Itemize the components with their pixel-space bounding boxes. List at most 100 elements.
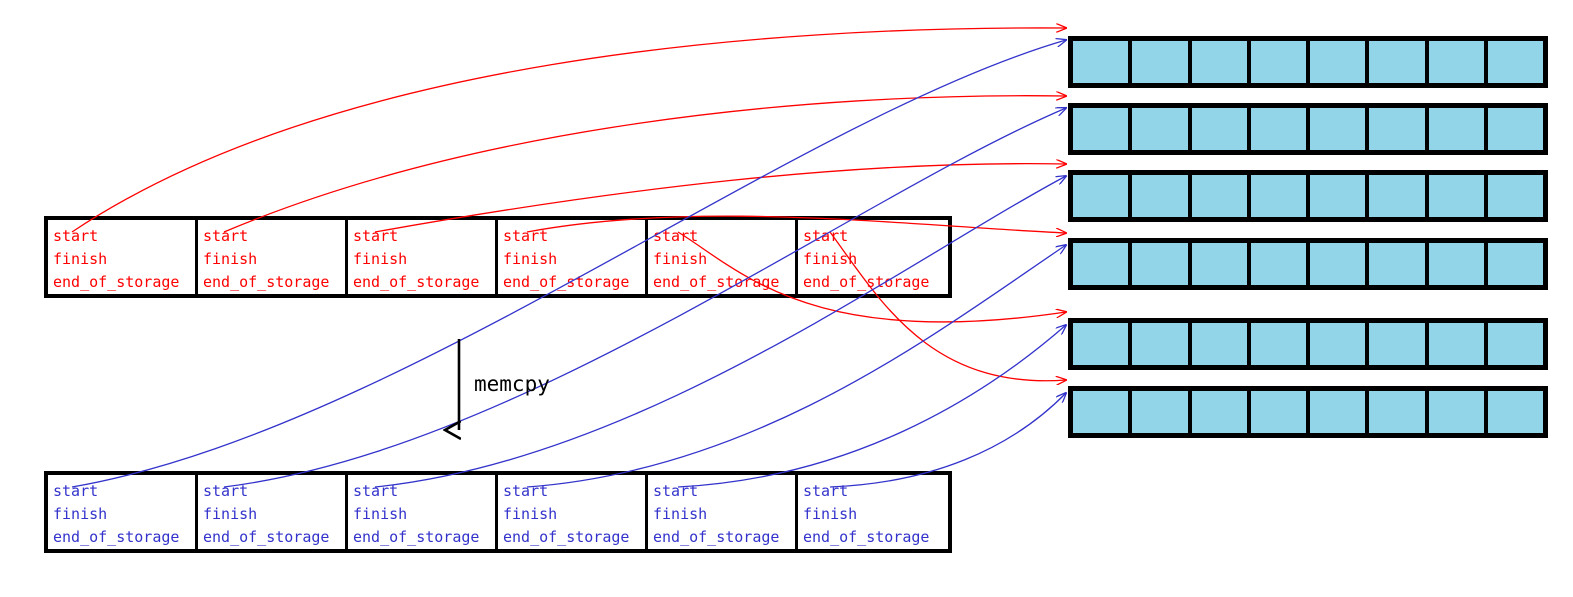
heap-block	[1068, 170, 1548, 222]
field-start: start	[803, 227, 849, 245]
field-end-of-storage: end_of_storage	[503, 273, 630, 291]
field-finish: finish	[53, 250, 108, 268]
old-vector-array: start finish end_of_storage start finish…	[44, 216, 952, 298]
field-start: start	[653, 482, 699, 500]
field-end-of-storage: end_of_storage	[653, 528, 780, 546]
field-start: start	[503, 482, 549, 500]
heap-block	[1068, 238, 1548, 290]
vector-header-box: start finish end_of_storage	[498, 220, 648, 294]
heap-cell	[1369, 323, 1429, 365]
heap-cell	[1428, 108, 1488, 150]
heap-cell	[1487, 41, 1543, 83]
heap-block	[1068, 318, 1548, 370]
field-end-of-storage: end_of_storage	[353, 273, 480, 291]
field-finish: finish	[503, 505, 558, 523]
heap-cell	[1487, 323, 1543, 365]
new-vector-array: start finish end_of_storage start finish…	[44, 471, 952, 553]
heap-cell	[1310, 41, 1370, 83]
vector-header-box: start finish end_of_storage	[198, 220, 348, 294]
field-start: start	[503, 227, 549, 245]
heap-cell	[1369, 41, 1429, 83]
heap-cell	[1310, 323, 1370, 365]
heap-cell	[1132, 323, 1192, 365]
heap-cell	[1191, 108, 1251, 150]
field-start: start	[203, 227, 249, 245]
heap-cell	[1428, 323, 1488, 365]
field-finish: finish	[203, 505, 258, 523]
heap-cell	[1132, 175, 1192, 217]
field-end-of-storage: end_of_storage	[653, 273, 780, 291]
heap-cell	[1250, 243, 1310, 285]
heap-cell	[1132, 41, 1192, 83]
vector-header-box: start finish end_of_storage	[348, 475, 498, 549]
field-start: start	[53, 227, 99, 245]
field-finish: finish	[503, 250, 558, 268]
heap-cell	[1132, 391, 1192, 433]
heap-cell	[1369, 391, 1429, 433]
vector-header-box: start finish end_of_storage	[198, 475, 348, 549]
heap-cell	[1487, 243, 1543, 285]
field-start: start	[203, 482, 249, 500]
heap-cell	[1073, 175, 1133, 217]
vector-header-box: start finish end_of_storage	[648, 220, 798, 294]
field-end-of-storage: end_of_storage	[203, 273, 330, 291]
heap-cell	[1250, 108, 1310, 150]
vector-header-box: start finish end_of_storage	[48, 220, 198, 294]
heap-cell	[1310, 243, 1370, 285]
heap-cell	[1191, 175, 1251, 217]
heap-cell	[1250, 175, 1310, 217]
vector-header-box: start finish end_of_storage	[48, 475, 198, 549]
vector-header-box: start finish end_of_storage	[348, 220, 498, 294]
heap-cell	[1073, 323, 1133, 365]
vector-header-box: start finish end_of_storage	[648, 475, 798, 549]
heap-cell	[1310, 175, 1370, 217]
field-finish: finish	[353, 505, 408, 523]
heap-block	[1068, 386, 1548, 438]
field-end-of-storage: end_of_storage	[503, 528, 630, 546]
heap-cell	[1428, 175, 1488, 217]
dest-pointer-arrow	[677, 325, 1066, 488]
field-finish: finish	[353, 250, 408, 268]
heap-cell	[1250, 391, 1310, 433]
heap-cell	[1132, 243, 1192, 285]
vector-header-box: start finish end_of_storage	[798, 220, 948, 294]
diagram-canvas: start finish end_of_storage start finish…	[0, 0, 1573, 597]
heap-cell	[1073, 243, 1133, 285]
heap-cell	[1310, 391, 1370, 433]
heap-cell	[1428, 41, 1488, 83]
vector-header-box: start finish end_of_storage	[798, 475, 948, 549]
field-start: start	[653, 227, 699, 245]
field-finish: finish	[53, 505, 108, 523]
field-finish: finish	[803, 250, 858, 268]
field-end-of-storage: end_of_storage	[203, 528, 330, 546]
memcpy-label: memcpy	[474, 372, 550, 396]
field-finish: finish	[653, 505, 708, 523]
field-start: start	[353, 227, 399, 245]
vector-header-box: start finish end_of_storage	[498, 475, 648, 549]
field-start: start	[353, 482, 399, 500]
field-end-of-storage: end_of_storage	[353, 528, 480, 546]
heap-cell	[1487, 391, 1543, 433]
field-end-of-storage: end_of_storage	[803, 528, 930, 546]
heap-cell	[1073, 41, 1133, 83]
field-finish: finish	[653, 250, 708, 268]
heap-cell	[1369, 175, 1429, 217]
field-start: start	[53, 482, 99, 500]
heap-cell	[1191, 41, 1251, 83]
heap-cell	[1369, 108, 1429, 150]
field-end-of-storage: end_of_storage	[803, 273, 930, 291]
field-start: start	[803, 482, 849, 500]
field-finish: finish	[203, 250, 258, 268]
heap-cell	[1073, 108, 1133, 150]
heap-cell	[1191, 391, 1251, 433]
field-end-of-storage: end_of_storage	[53, 528, 180, 546]
heap-cell	[1487, 108, 1543, 150]
source-pointer-arrow	[71, 28, 1066, 233]
heap-cell	[1487, 175, 1543, 217]
source-pointer-arrow	[223, 96, 1066, 233]
heap-cell	[1250, 323, 1310, 365]
heap-block	[1068, 36, 1548, 88]
field-end-of-storage: end_of_storage	[53, 273, 180, 291]
heap-cell	[1191, 323, 1251, 365]
heap-block	[1068, 103, 1548, 155]
